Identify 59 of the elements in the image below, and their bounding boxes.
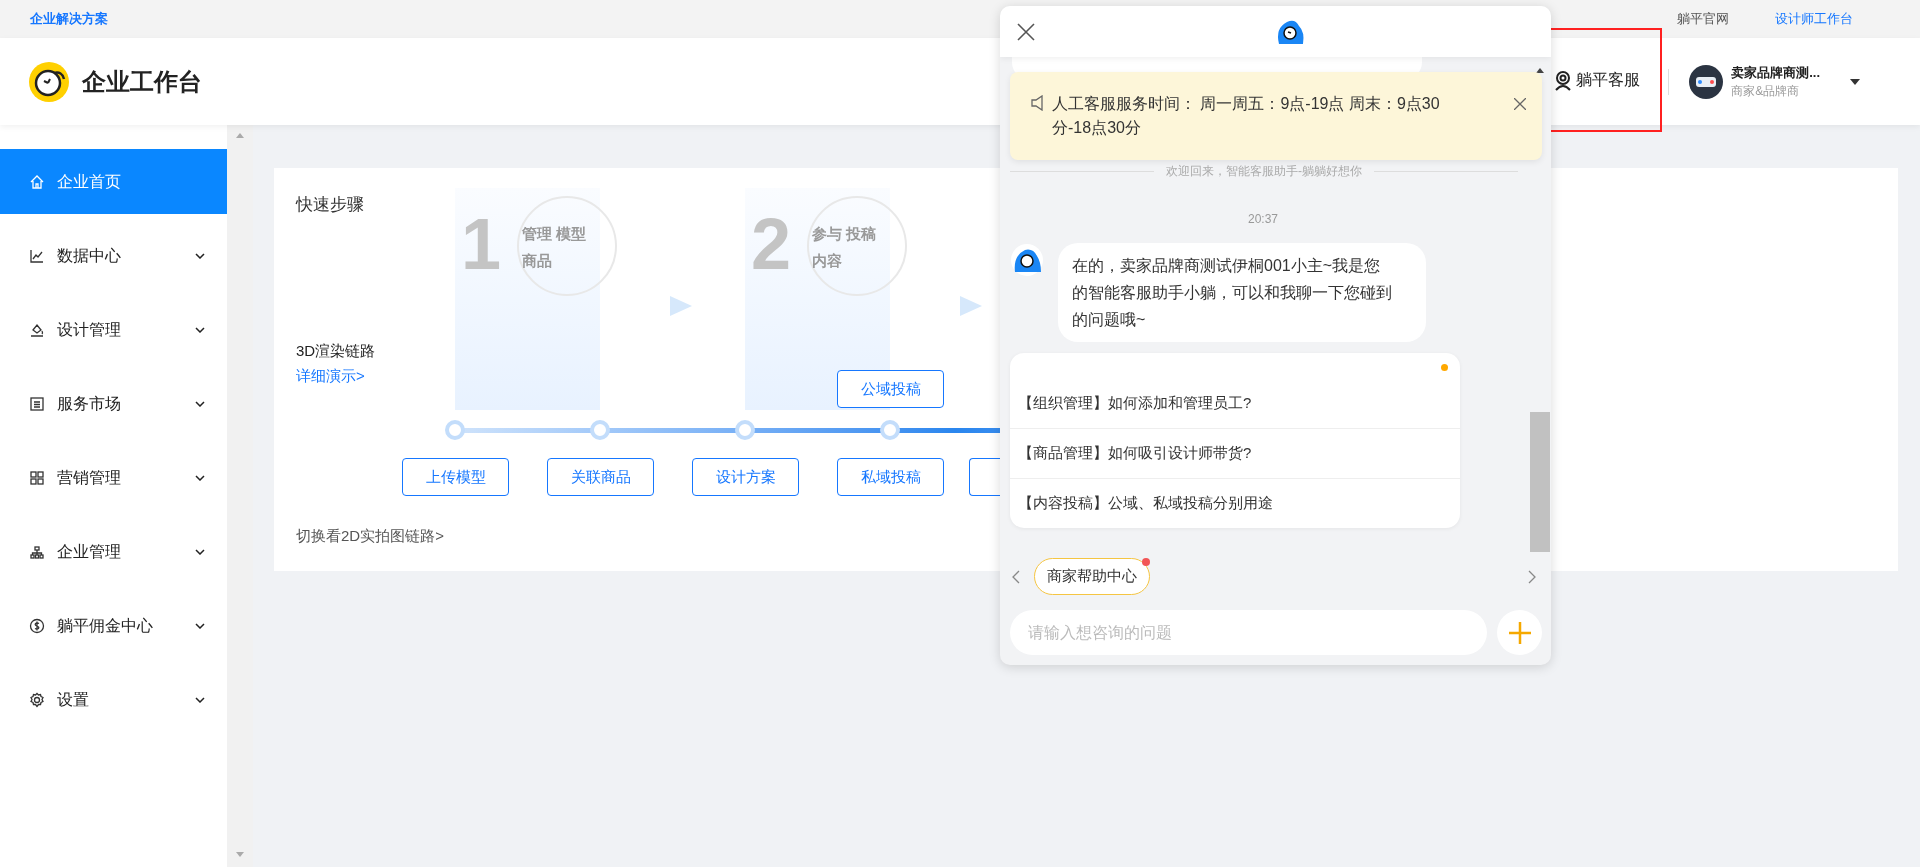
- org-chart-icon: [29, 543, 45, 560]
- dollar-icon: [29, 617, 45, 634]
- app-title: 企业工作台: [82, 66, 202, 97]
- welcome-text: 欢迎回来，智能客服助手-躺躺好想你: [1166, 163, 1362, 180]
- arrow-icon: [670, 296, 692, 316]
- question-item[interactable]: 【商品管理】如何吸引设计师带货?: [1010, 428, 1460, 478]
- sidebar-item[interactable]: 企业首页: [0, 149, 227, 214]
- user-menu[interactable]: 卖家品牌商测... 商家&品牌商: [1675, 63, 1920, 100]
- bot-message: 在的，卖家品牌商测试伊桐001小主~我是您的智能客服助手小躺，可以和我聊一下您碰到的问题哦~: [1058, 243, 1426, 342]
- step-button[interactable]: 设计方案: [692, 458, 799, 496]
- timeline-node: [880, 420, 900, 440]
- close-icon[interactable]: [1017, 22, 1035, 41]
- list-icon: [29, 395, 45, 412]
- demo-link[interactable]: 详细演示>: [296, 365, 365, 388]
- timeline-node: [590, 420, 610, 440]
- switch-link[interactable]: 切换看2D实拍图链路>: [296, 525, 444, 548]
- nav-link[interactable]: 躺平官网: [1677, 9, 1729, 29]
- scroll-down-icon[interactable]: [236, 852, 244, 857]
- help-center-chip[interactable]: 商家帮助中心: [1034, 558, 1150, 595]
- chevron-right-icon[interactable]: [1528, 569, 1536, 584]
- close-icon[interactable]: [1514, 98, 1526, 110]
- avatar: [1689, 64, 1724, 99]
- user-role: 商家&品牌商: [1731, 82, 1801, 100]
- service-hours-text: 人工客服服务时间： 周一周五：9点-19点 周末：9点30分-18点30分: [1052, 94, 1441, 138]
- add-button[interactable]: [1497, 610, 1542, 655]
- caret-icon: [1850, 78, 1860, 85]
- stage-title: 管理 模型商品: [522, 224, 588, 271]
- question-item[interactable]: 【组织管理】如何添加和管理员工?: [1010, 378, 1460, 428]
- scrollbar-thumb[interactable]: [1530, 412, 1550, 552]
- home-icon: [29, 173, 45, 190]
- step-button[interactable]: 私域投稿: [837, 458, 944, 496]
- nav-link[interactable]: 设计师工作台: [1775, 9, 1853, 29]
- card-title: 快速步骤: [296, 194, 364, 216]
- timestamp: 20:37: [1248, 211, 1279, 228]
- stage-title: 参与 投稿内容: [812, 224, 878, 271]
- line-chart-icon: [29, 247, 45, 264]
- step-button[interactable]: 上传模型: [402, 458, 509, 496]
- stage-number: 2: [751, 208, 792, 280]
- speaker-icon: [1030, 95, 1046, 111]
- customer-service-button[interactable]: 躺平客服: [1552, 68, 1641, 92]
- stage-number: 1: [461, 208, 502, 280]
- arrow-icon: [960, 296, 982, 316]
- bot-avatar: [1011, 244, 1043, 276]
- step-button[interactable]: 公域投稿: [837, 370, 944, 408]
- scroll-up-icon[interactable]: [1536, 68, 1544, 73]
- timeline-node: [735, 420, 755, 440]
- timeline-node: [445, 420, 465, 440]
- chevron-left-icon[interactable]: [1012, 569, 1020, 584]
- solutions-link[interactable]: 企业解决方案: [30, 9, 108, 29]
- question-input[interactable]: 请输入想咨询的问题: [1010, 610, 1487, 655]
- question-item[interactable]: 【内容投稿】公域、私域投稿分别用途: [1010, 478, 1460, 528]
- step-button[interactable]: [969, 458, 1000, 496]
- user-name: 卖家品牌商测...: [1731, 63, 1820, 82]
- step-button[interactable]: 关联商品: [547, 458, 654, 496]
- settings-icon: [29, 691, 45, 708]
- plus-icon: [1508, 621, 1531, 644]
- grid-icon: [29, 469, 45, 486]
- chain-label: 3D渲染链路: [296, 341, 376, 361]
- logo-icon: [28, 60, 70, 103]
